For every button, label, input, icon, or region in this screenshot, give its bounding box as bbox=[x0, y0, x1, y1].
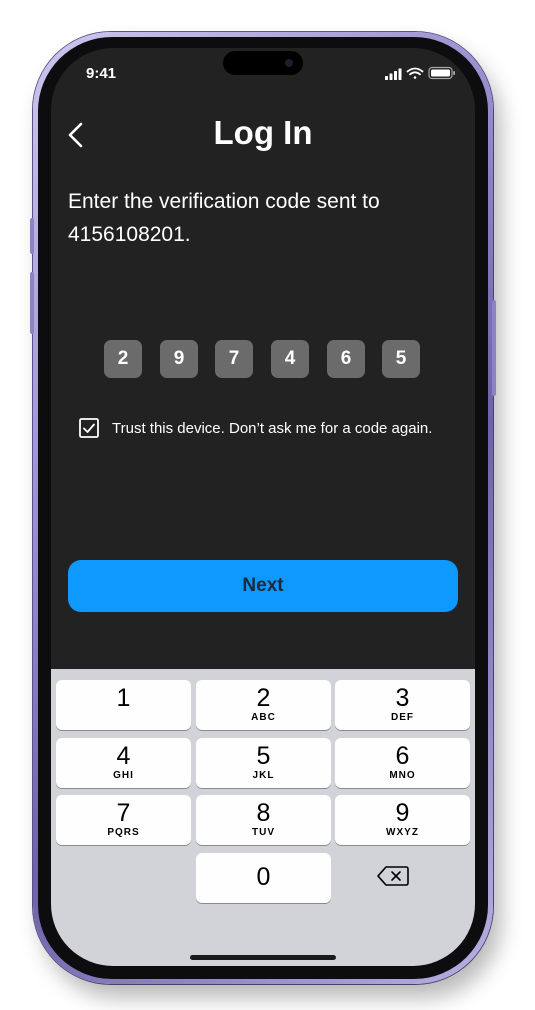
home-indicator[interactable] bbox=[190, 955, 336, 960]
key-1[interactable]: 1 bbox=[56, 680, 191, 730]
numeric-keyboard: 1 2 ABC 3 DEF 4 GHI 5 JKL 6 MNO 7 PQRS 8 bbox=[51, 669, 475, 966]
code-digit-box[interactable]: 9 bbox=[160, 340, 198, 378]
trust-device-label: Trust this device. Don’t ask me for a co… bbox=[112, 420, 433, 437]
key-digit: 1 bbox=[116, 684, 131, 712]
trust-device-option[interactable]: Trust this device. Don’t ask me for a co… bbox=[79, 418, 469, 440]
dynamic-island bbox=[223, 51, 303, 75]
next-button[interactable]: Next bbox=[68, 560, 458, 612]
verification-code-input[interactable]: 2 9 7 4 6 5 bbox=[51, 340, 475, 378]
checkbox-checked-icon[interactable] bbox=[79, 418, 99, 438]
key-6[interactable]: 6 MNO bbox=[335, 738, 470, 788]
side-button bbox=[30, 272, 34, 334]
battery-icon bbox=[428, 66, 455, 80]
instruction-text: Enter the verification code sent to 4156… bbox=[68, 190, 380, 246]
key-digit: 9 bbox=[395, 799, 410, 827]
key-2[interactable]: 2 ABC bbox=[196, 680, 331, 730]
key-digit: 4 bbox=[116, 742, 131, 770]
code-digit-box[interactable]: 5 bbox=[382, 340, 420, 378]
side-button bbox=[30, 218, 34, 254]
status-icons bbox=[385, 66, 455, 80]
wifi-icon bbox=[406, 67, 424, 79]
code-digit-box[interactable]: 6 bbox=[327, 340, 365, 378]
key-9[interactable]: 9 WXYZ bbox=[335, 795, 470, 845]
key-letters: MNO bbox=[389, 770, 416, 781]
key-letters: WXYZ bbox=[386, 827, 419, 838]
key-5[interactable]: 5 JKL bbox=[196, 738, 331, 788]
camera-icon bbox=[285, 59, 293, 67]
key-digit: 5 bbox=[256, 742, 271, 770]
code-digit-box[interactable]: 2 bbox=[104, 340, 142, 378]
key-letters: TUV bbox=[252, 827, 275, 838]
key-4[interactable]: 4 GHI bbox=[56, 738, 191, 788]
key-letters: DEF bbox=[391, 712, 414, 723]
code-digit-box[interactable]: 7 bbox=[215, 340, 253, 378]
side-button bbox=[492, 300, 496, 396]
backspace-icon[interactable] bbox=[377, 865, 409, 887]
key-digit: 8 bbox=[256, 799, 271, 827]
key-8[interactable]: 8 TUV bbox=[196, 795, 331, 845]
key-letters: PQRS bbox=[107, 827, 140, 838]
key-letters: GHI bbox=[113, 770, 134, 781]
key-digit: 3 bbox=[395, 684, 410, 712]
key-digit: 7 bbox=[116, 799, 131, 827]
key-letters: ABC bbox=[251, 712, 276, 723]
key-7[interactable]: 7 PQRS bbox=[56, 795, 191, 845]
status-time: 9:41 bbox=[86, 65, 117, 82]
key-digit: 2 bbox=[256, 684, 271, 712]
key-digit: 0 bbox=[256, 863, 271, 891]
screen: 9:41 Log In Enter the verification code … bbox=[51, 48, 475, 966]
key-letters: JKL bbox=[252, 770, 275, 781]
code-digit-box[interactable]: 4 bbox=[271, 340, 309, 378]
key-digit: 6 bbox=[395, 742, 410, 770]
key-3[interactable]: 3 DEF bbox=[335, 680, 470, 730]
signal-icon bbox=[385, 68, 402, 80]
page-title: Log In bbox=[213, 114, 313, 151]
key-0[interactable]: 0 bbox=[196, 853, 331, 903]
